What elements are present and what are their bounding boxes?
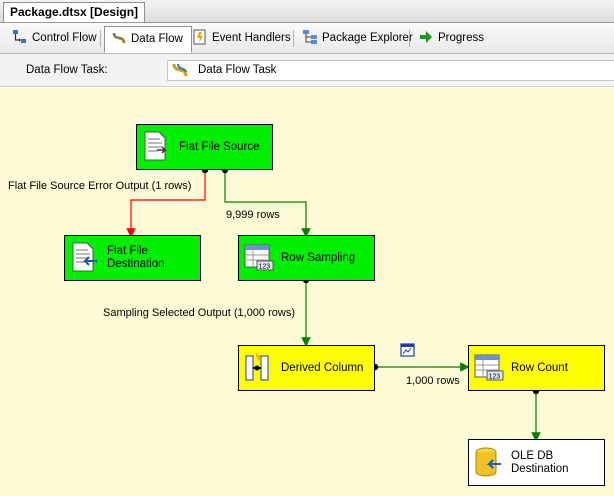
row-sampling-icon: 123 — [244, 242, 274, 272]
tab-separator — [100, 30, 101, 47]
data-flow-task-icon — [172, 62, 188, 78]
event-handlers-icon — [192, 29, 208, 45]
designer-tab-bar: Control Flow Data Flow Event Handlers Pa… — [0, 23, 614, 54]
flat-file-source-component[interactable]: Flat File Source — [136, 124, 273, 170]
tab-label: Data Flow — [131, 33, 183, 45]
row-count-component[interactable]: 123 Row Count — [468, 345, 605, 391]
svg-text:123: 123 — [489, 374, 501, 381]
tab-separator — [293, 30, 294, 47]
component-label: OLE DB Destination — [511, 449, 569, 475]
row-count-icon: 123 — [474, 352, 504, 382]
source-to-sampling-path — [224, 170, 311, 238]
task-selector-label: Data Flow Task: — [26, 64, 108, 76]
component-label: Flat File Destination — [107, 245, 165, 270]
tab-package-explorer[interactable]: Package Explorer — [296, 26, 421, 51]
tab-control-flow[interactable]: Control Flow — [6, 26, 105, 51]
tab-progress[interactable]: Progress — [412, 26, 492, 51]
derived-column-icon — [244, 352, 272, 382]
data-viewer-icon[interactable] — [400, 343, 415, 357]
component-label: Flat File Source — [179, 140, 260, 153]
component-label: Derived Column — [281, 361, 364, 374]
tab-data-flow[interactable]: Data Flow — [104, 26, 192, 53]
data-flow-canvas[interactable]: Flat File Source Error Output (1 rows) 9… — [0, 88, 614, 496]
task-selector-row: Data Flow Task: Data Flow Task — [0, 54, 614, 87]
svg-text:123: 123 — [259, 264, 271, 271]
document-tab-strip: Package.dtsx [Design] — [0, 0, 614, 23]
tab-separator — [409, 30, 410, 47]
package-explorer-icon — [302, 29, 318, 45]
ole-db-destination-component[interactable]: OLE DB Destination — [468, 439, 605, 486]
progress-arrow-icon — [418, 29, 434, 45]
derived-to-count-label: 1,000 rows — [406, 375, 460, 387]
tab-label: Event Handlers — [212, 32, 291, 44]
task-selector-dropdown[interactable]: Data Flow Task — [167, 60, 614, 81]
sampling-output-label: Sampling Selected Output (1,000 rows) — [103, 307, 295, 319]
row-sampling-component[interactable]: 123 Row Sampling — [238, 235, 375, 281]
error-output-path-label: Flat File Source Error Output (1 rows) — [8, 180, 192, 192]
component-label: Row Sampling — [281, 251, 356, 264]
document-tab-package[interactable]: Package.dtsx [Design] — [3, 2, 146, 22]
data-flow-paths — [126, 166, 541, 442]
flat-file-destination-component[interactable]: Flat File Destination — [64, 235, 201, 281]
tab-label: Package Explorer — [322, 32, 413, 44]
control-flow-icon — [12, 29, 28, 45]
source-to-sampling-label: 9,999 rows — [226, 209, 280, 221]
task-selector-value: Data Flow Task — [198, 64, 277, 76]
flat-file-destination-icon — [70, 242, 98, 272]
component-label: Row Count — [511, 361, 568, 374]
tab-label: Control Flow — [32, 32, 97, 44]
derived-column-component[interactable]: Derived Column — [238, 345, 375, 391]
ole-db-destination-icon — [474, 446, 502, 477]
data-flow-icon — [111, 30, 127, 46]
tab-event-handlers[interactable]: Event Handlers — [186, 26, 299, 51]
flat-file-source-icon — [142, 131, 170, 161]
tab-label: Progress — [438, 32, 485, 44]
